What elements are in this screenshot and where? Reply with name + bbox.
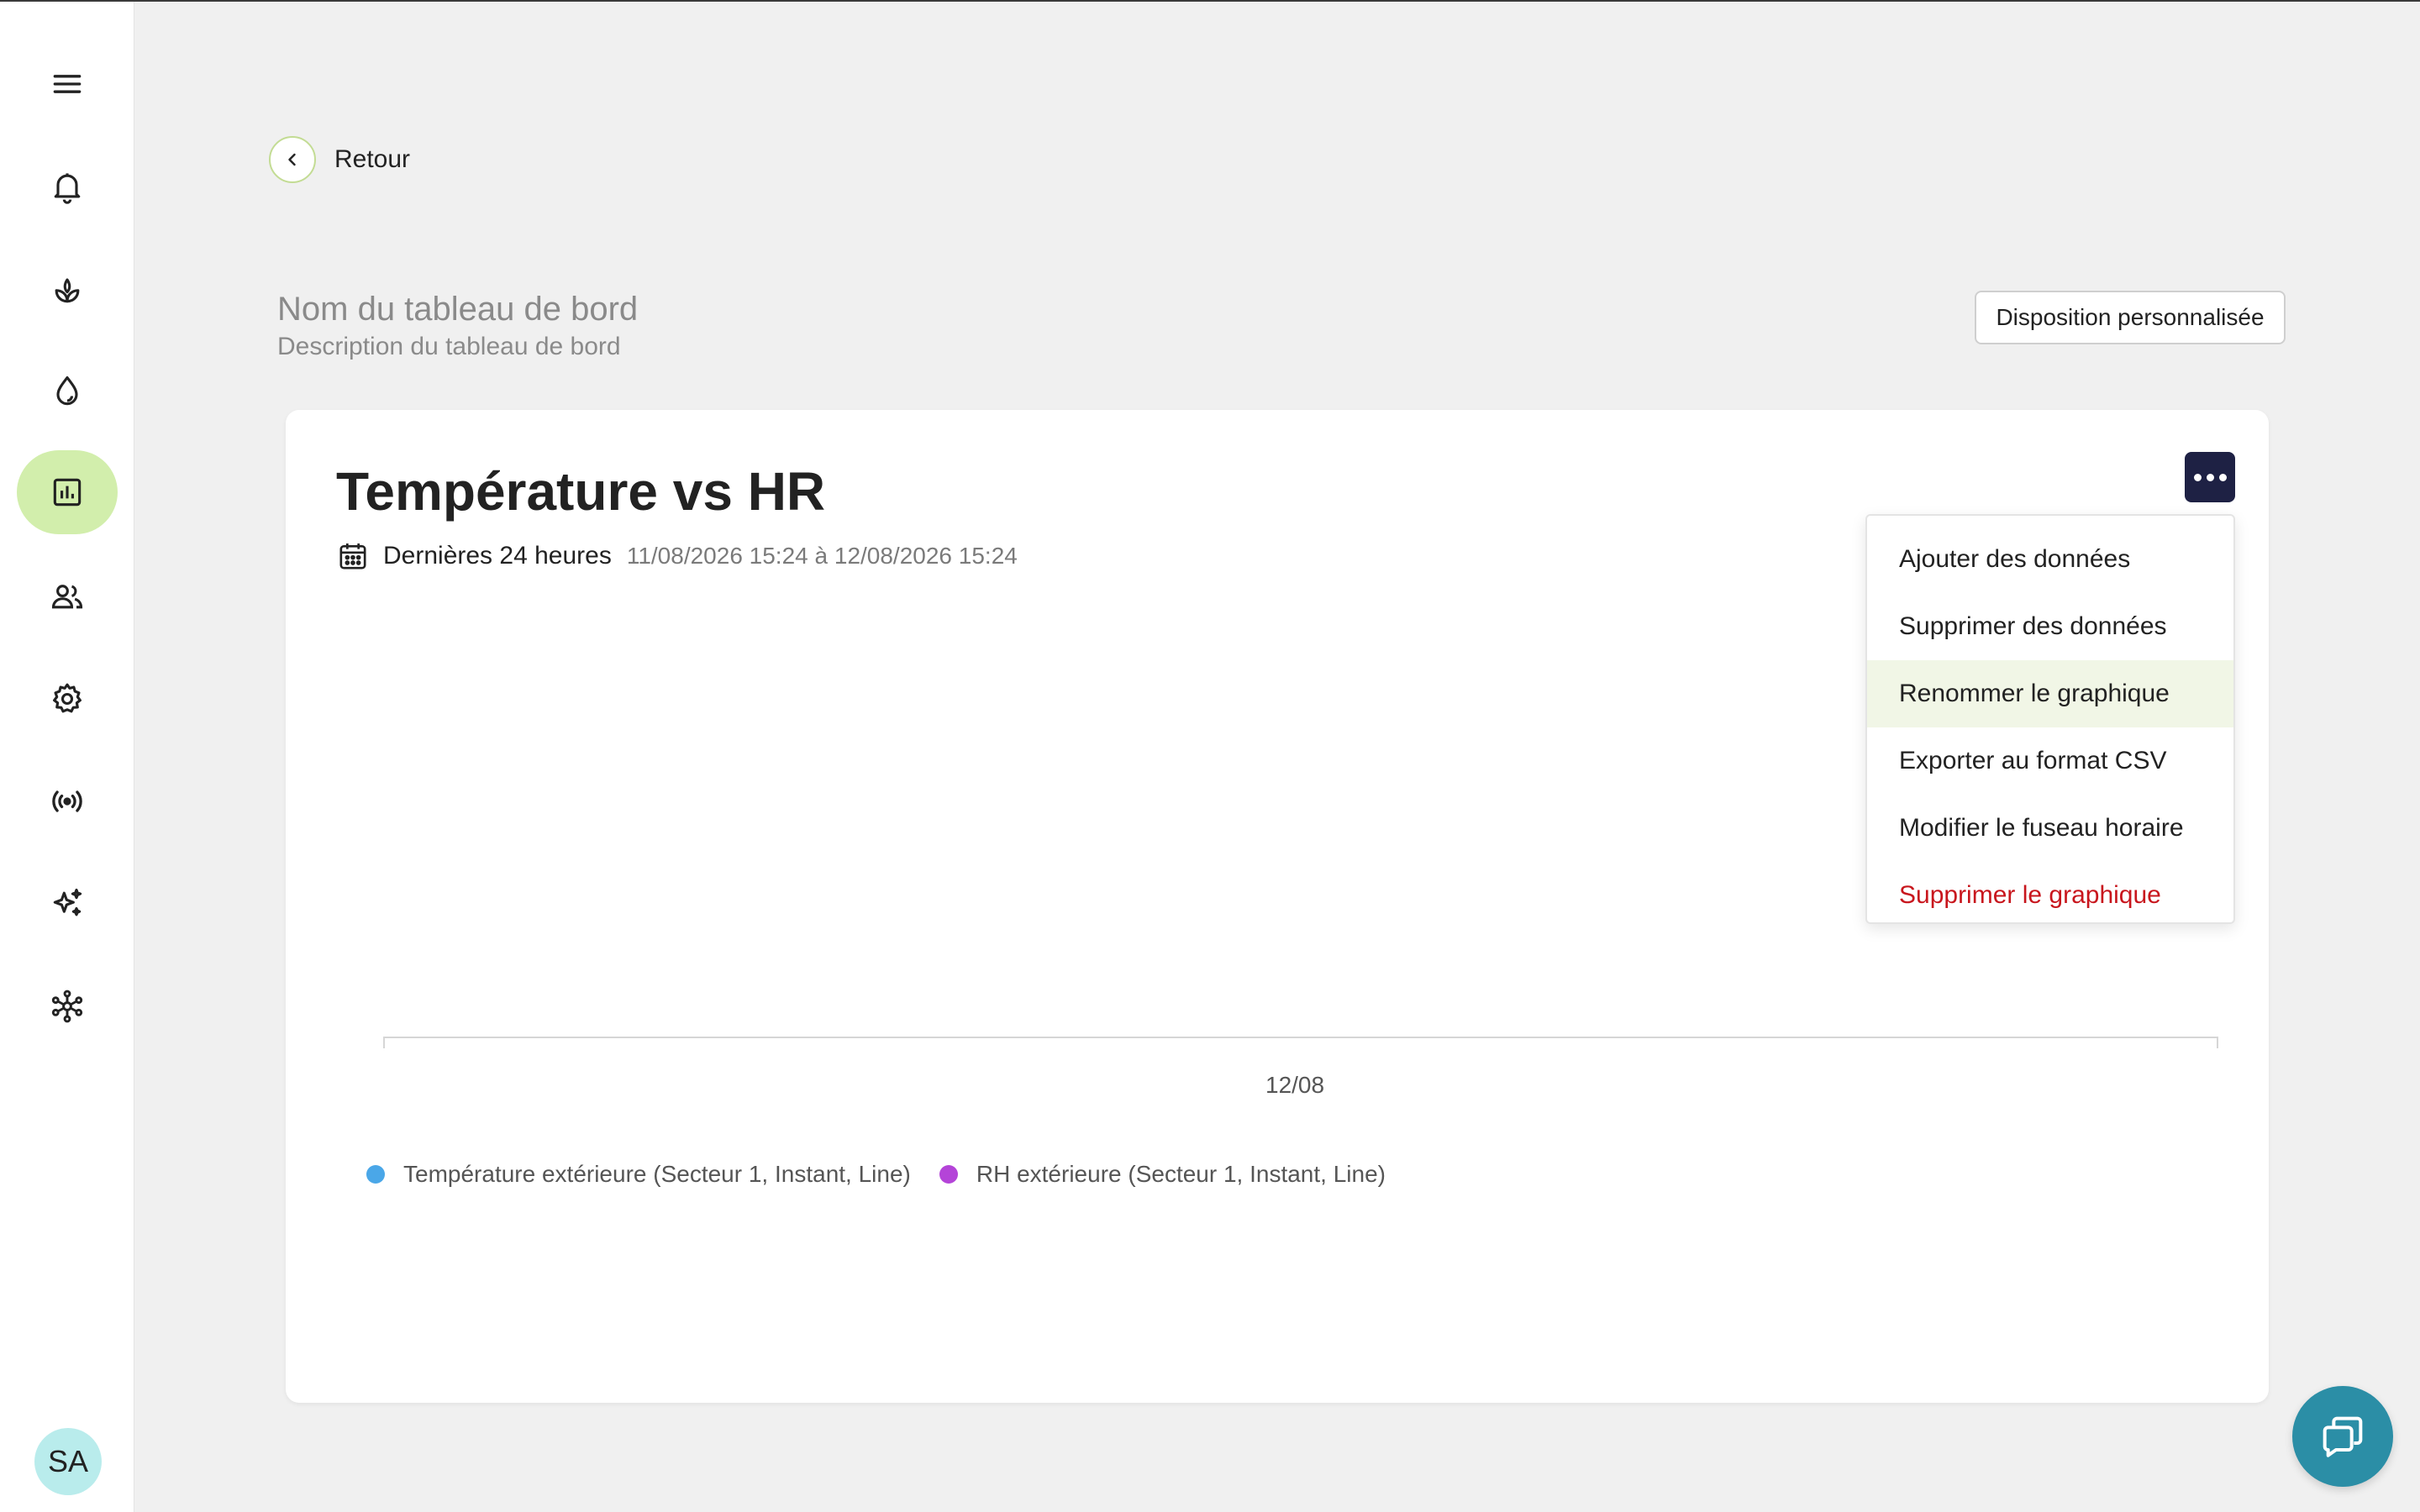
chart-title: Température vs HR — [336, 461, 826, 522]
chart-options-menu: Ajouter des données Supprimer des donnée… — [1865, 514, 2235, 924]
sidebar-item-irrigation[interactable] — [17, 349, 118, 433]
chart-icon — [53, 478, 82, 507]
menu-item-remove-data[interactable]: Supprimer des données — [1867, 593, 2233, 660]
more-dot — [2206, 473, 2214, 481]
sidebar-item-sensors[interactable] — [17, 759, 118, 843]
avatar[interactable]: SA — [34, 1428, 102, 1495]
users-icon — [51, 585, 83, 609]
custom-layout-button[interactable]: Disposition personnalisée — [1975, 291, 2286, 344]
more-dot — [2218, 473, 2227, 481]
app-root: SA Retour Nom du tableau de bord Descrip… — [0, 0, 2420, 1512]
gear-icon — [53, 683, 82, 713]
menu-item-delete-chart[interactable]: Supprimer le graphique — [1867, 862, 2233, 929]
water-drop-icon — [56, 375, 78, 406]
sidebar-item-settings[interactable] — [17, 657, 118, 741]
dashboard-description-field[interactable]: Description du tableau de bord — [277, 333, 621, 361]
menu-item-add-data[interactable]: Ajouter des données — [1867, 526, 2233, 593]
bell-icon — [54, 173, 81, 204]
x-axis-line — [383, 1037, 2218, 1038]
menu-item-rename-chart[interactable]: Renommer le graphique — [1867, 660, 2233, 727]
chart-legend: Température extérieure (Secteur 1, Insta… — [366, 1161, 1414, 1188]
legend-label-humidity: RH extérieure (Secteur 1, Instant, Line) — [976, 1161, 1386, 1187]
network-icon — [51, 990, 83, 1023]
period-selector[interactable]: Dernières 24 heures 11/08/2026 15:24 à 1… — [336, 538, 1018, 575]
legend-item-humidity[interactable]: RH extérieure (Secteur 1, Instant, Line) — [939, 1161, 1386, 1188]
dashboard-name-field[interactable]: Nom du tableau de bord — [277, 291, 638, 328]
menu-button[interactable] — [17, 42, 118, 126]
x-axis-tick-end — [2217, 1037, 2218, 1048]
legend-dot-temperature — [366, 1165, 385, 1184]
sidebar-item-alerts[interactable] — [17, 144, 118, 228]
sidebar-item-crops[interactable] — [17, 247, 118, 331]
chat-icon — [2323, 1416, 2363, 1457]
sidebar-item-dashboards[interactable] — [17, 450, 118, 534]
back-label: Retour — [334, 145, 411, 173]
x-tick-label: 12/08 — [1265, 1072, 1325, 1098]
legend-label-temperature: Température extérieure (Secteur 1, Insta… — [403, 1161, 911, 1187]
menu-item-export-csv[interactable]: Exporter au format CSV — [1867, 727, 2233, 795]
legend-item-temperature[interactable]: Température extérieure (Secteur 1, Insta… — [366, 1161, 911, 1188]
back-link[interactable]: Retour — [269, 136, 410, 183]
chevron-left-icon — [269, 136, 316, 183]
period-range: 11/08/2026 15:24 à 12/08/2026 15:24 — [626, 543, 1018, 569]
menu-item-change-timezone[interactable]: Modifier le fuseau horaire — [1867, 795, 2233, 862]
sparkles-icon — [53, 888, 82, 916]
period-label: Dernières 24 heures — [383, 542, 612, 570]
menu-icon — [53, 75, 82, 93]
legend-dot-humidity — [939, 1165, 958, 1184]
more-dot — [2193, 473, 2202, 481]
chart-options-button[interactable] — [2185, 452, 2235, 502]
sprout-icon — [55, 278, 80, 303]
x-axis-tick-start — [383, 1037, 385, 1048]
sidebar: SA — [0, 2, 134, 1512]
broadcast-icon — [52, 790, 82, 812]
sidebar-item-network[interactable] — [17, 964, 118, 1048]
sidebar-item-ai[interactable] — [17, 862, 118, 946]
sidebar-item-users[interactable] — [17, 554, 118, 638]
calendar-icon — [339, 543, 366, 570]
chat-button[interactable] — [2292, 1386, 2393, 1487]
